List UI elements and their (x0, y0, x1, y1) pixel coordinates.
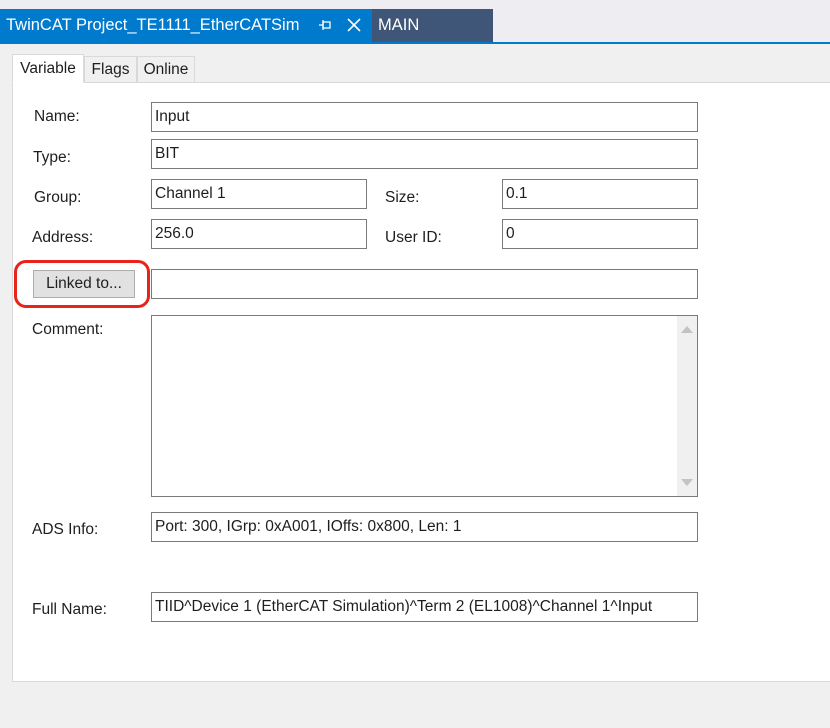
type-label: Type: (33, 149, 71, 166)
linked-to-field[interactable] (151, 269, 698, 299)
ads-info-field[interactable]: Port: 300, IGrp: 0xA001, IOffs: 0x800, L… (151, 512, 698, 542)
type-field[interactable]: BIT (151, 139, 698, 169)
name-label: Name: (34, 108, 80, 125)
comment-label: Comment: (32, 321, 104, 338)
ads-info-label: ADS Info: (32, 521, 99, 538)
full-name-field[interactable]: TIID^Device 1 (EtherCAT Simulation)^Term… (151, 592, 698, 622)
document-tab-active[interactable]: TwinCAT Project_TE1111_EtherCATSim (0, 9, 372, 42)
name-field[interactable]: Input (151, 102, 698, 132)
scroll-down-icon[interactable] (681, 479, 693, 486)
group-field[interactable]: Channel 1 (151, 179, 367, 209)
user-id-field[interactable]: 0 (502, 219, 698, 249)
document-tab-main-title: MAIN (378, 16, 420, 34)
document-tab-title: TwinCAT Project_TE1111_EtherCATSim (6, 16, 300, 34)
group-label: Group: (34, 189, 82, 206)
comment-textarea[interactable] (151, 315, 698, 497)
tab-online[interactable]: Online (137, 56, 195, 83)
full-name-label: Full Name: (32, 601, 107, 618)
highlight-circle (14, 260, 150, 308)
scroll-up-icon[interactable] (681, 326, 693, 333)
comment-scrollbar[interactable] (677, 316, 697, 496)
document-tab-main[interactable]: MAIN (372, 9, 493, 42)
size-label: Size: (385, 189, 420, 206)
close-icon[interactable] (345, 16, 363, 34)
size-field[interactable]: 0.1 (502, 179, 698, 209)
tab-flags[interactable]: Flags (84, 56, 137, 83)
address-field[interactable]: 256.0 (151, 219, 367, 249)
user-id-label: User ID: (385, 229, 442, 246)
pin-icon[interactable] (318, 18, 332, 32)
address-label: Address: (32, 229, 94, 246)
tab-variable[interactable]: Variable (12, 54, 84, 83)
